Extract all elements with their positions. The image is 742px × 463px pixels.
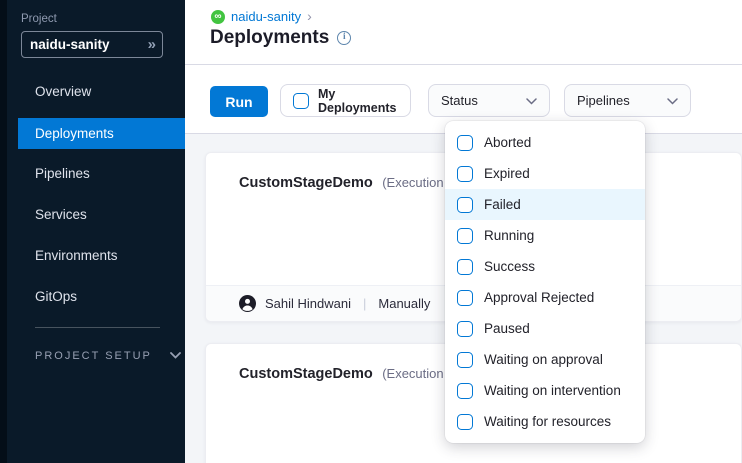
chevron-down-icon xyxy=(170,350,181,362)
sidebar-item-pipelines[interactable]: Pipelines xyxy=(18,158,185,189)
run-button[interactable]: Run xyxy=(210,86,268,117)
status-filter-dropdown[interactable]: Status xyxy=(428,84,550,117)
status-option-checkbox[interactable] xyxy=(457,197,473,213)
status-option-label: Approval Rejected xyxy=(484,290,594,305)
sidebar-item-overview[interactable]: Overview xyxy=(18,76,185,107)
project-setup-toggle[interactable]: PROJECT SETUP xyxy=(35,350,181,362)
status-option-expired[interactable]: Expired xyxy=(445,158,645,189)
sidebar-item-gitops[interactable]: GitOps xyxy=(18,281,185,312)
status-option-failed[interactable]: Failed xyxy=(445,189,645,220)
status-option-success[interactable]: Success xyxy=(445,251,645,282)
status-option-label: Paused xyxy=(484,321,530,336)
status-option-label: Running xyxy=(484,228,534,243)
chevron-down-icon xyxy=(667,93,678,108)
info-icon[interactable]: i xyxy=(337,31,351,45)
sidebar-edge-strip xyxy=(0,0,7,463)
status-option-checkbox[interactable] xyxy=(457,290,473,306)
project-selector-value: naidu-sanity xyxy=(30,37,148,52)
status-option-checkbox[interactable] xyxy=(457,166,473,182)
status-option-checkbox[interactable] xyxy=(457,352,473,368)
status-option-label: Waiting on approval xyxy=(484,352,603,367)
header-divider xyxy=(185,64,742,65)
footer-separator: | xyxy=(360,296,369,311)
cd-module-icon: ∞ xyxy=(211,10,225,24)
project-setup-label: PROJECT SETUP xyxy=(35,350,152,362)
page-title: Deployments xyxy=(210,27,329,49)
status-option-waiting-on-intervention[interactable]: Waiting on intervention xyxy=(445,375,645,406)
status-option-checkbox[interactable] xyxy=(457,228,473,244)
chevron-right-icon: › xyxy=(307,10,312,23)
my-deployments-label: My Deployments xyxy=(318,87,398,115)
trigger-type: Manually xyxy=(378,296,430,311)
sidebar-item-deployments[interactable]: Deployments xyxy=(18,118,185,149)
my-deployments-filter[interactable]: My Deployments xyxy=(280,84,411,117)
status-option-approval-rejected[interactable]: Approval Rejected xyxy=(445,282,645,313)
status-option-checkbox[interactable] xyxy=(457,321,473,337)
sidebar: Project naidu-sanity » Overview Deployme… xyxy=(0,0,185,463)
status-option-aborted[interactable]: Aborted xyxy=(445,127,645,158)
sidebar-divider xyxy=(35,327,160,328)
status-filter-label: Status xyxy=(441,93,478,108)
pipeline-name[interactable]: CustomStageDemo xyxy=(239,366,373,382)
my-deployments-checkbox[interactable] xyxy=(293,93,309,109)
pipelines-filter-dropdown[interactable]: Pipelines xyxy=(564,84,691,117)
status-option-label: Failed xyxy=(484,197,521,212)
project-label: Project xyxy=(21,13,57,25)
deployment-title-row: CustomStageDemo (Execution Id xyxy=(239,365,458,383)
status-option-checkbox[interactable] xyxy=(457,135,473,151)
sidebar-item-services[interactable]: Services xyxy=(18,199,185,230)
pipeline-name[interactable]: CustomStageDemo xyxy=(239,175,373,191)
status-option-checkbox[interactable] xyxy=(457,383,473,399)
status-option-paused[interactable]: Paused xyxy=(445,313,645,344)
status-option-label: Waiting on intervention xyxy=(484,383,621,398)
sidebar-item-environments[interactable]: Environments xyxy=(18,240,185,271)
status-option-waiting-for-resources[interactable]: Waiting for resources xyxy=(445,406,645,437)
page-title-row: Deployments i xyxy=(210,27,351,49)
status-option-checkbox[interactable] xyxy=(457,259,473,275)
status-option-checkbox[interactable] xyxy=(457,414,473,430)
pipelines-filter-label: Pipelines xyxy=(577,93,630,108)
chevron-down-icon xyxy=(526,93,537,108)
status-dropdown-menu: Aborted Expired Failed Running Success A… xyxy=(445,121,645,443)
breadcrumb-project-link[interactable]: naidu-sanity xyxy=(231,9,301,24)
status-option-label: Success xyxy=(484,259,535,274)
user-avatar-icon xyxy=(239,295,256,312)
breadcrumb: ∞ naidu-sanity › xyxy=(211,9,312,24)
triggered-by-user: Sahil Hindwani xyxy=(265,296,351,311)
app-window: Project naidu-sanity » Overview Deployme… xyxy=(0,0,742,463)
status-option-label: Aborted xyxy=(484,135,531,150)
status-option-label: Waiting for resources xyxy=(484,414,611,429)
status-option-label: Expired xyxy=(484,166,530,181)
project-expand-icon[interactable]: » xyxy=(148,36,154,53)
status-option-running[interactable]: Running xyxy=(445,220,645,251)
status-option-waiting-on-approval[interactable]: Waiting on approval xyxy=(445,344,645,375)
deployment-title-row: CustomStageDemo (Execution Id xyxy=(239,174,458,192)
project-selector[interactable]: naidu-sanity » xyxy=(21,31,163,58)
